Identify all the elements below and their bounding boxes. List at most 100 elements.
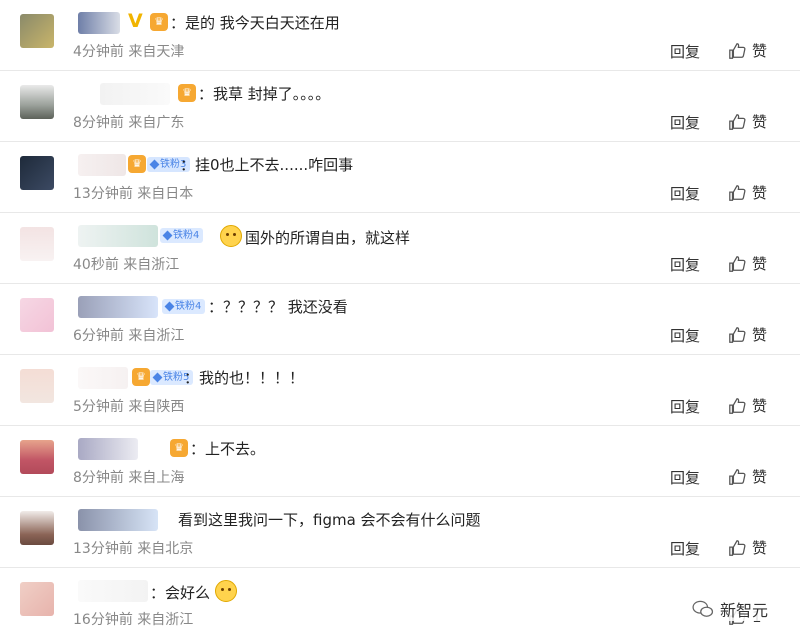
comment-row: 看到这里我问一下，figma 会不会有什么问题 13分钟前 来自北京 回复 赞	[0, 497, 800, 568]
thumbs-up-icon	[729, 42, 746, 59]
like-label: 赞	[752, 184, 768, 202]
crown-icon: ♛	[170, 439, 188, 457]
avatar[interactable]	[20, 227, 54, 261]
reply-button[interactable]: 回复	[670, 538, 700, 559]
like-button[interactable]: 赞	[728, 253, 767, 274]
avatar[interactable]	[20, 85, 54, 119]
comment-location: 来自北京	[137, 541, 194, 557]
comment-location: 来自天津	[128, 44, 185, 60]
comment-row: V ♛ ：是的 我今天白天还在用 4分钟前 来自天津 回复 赞	[0, 0, 800, 71]
like-button[interactable]: 赞	[728, 395, 767, 416]
comment-meta: 5分钟前 来自陕西	[73, 396, 184, 416]
username-blurred[interactable]	[78, 367, 128, 389]
reply-button[interactable]: 回复	[670, 41, 700, 62]
like-button[interactable]: 赞	[728, 324, 767, 345]
username-blurred[interactable]	[78, 225, 158, 247]
comment-location: 来自浙江	[137, 612, 194, 628]
comment-row: ♛ ：上不去。 8分钟前 来自上海 回复 赞	[0, 426, 800, 497]
like-label: 赞	[752, 326, 768, 344]
username-blurred[interactable]	[100, 83, 170, 105]
fan-badge-label: 铁粉4	[175, 301, 202, 312]
reply-button[interactable]: 回复	[670, 254, 700, 275]
like-button[interactable]: 赞	[728, 537, 767, 558]
comment-time: 6分钟前	[73, 328, 124, 344]
avatar[interactable]	[20, 14, 54, 48]
comment-time: 13分钟前	[73, 541, 133, 557]
like-button[interactable]: 赞	[728, 111, 767, 132]
comment-row: ：会好么 16分钟前 来自浙江 1 新智元	[0, 568, 800, 639]
watermark-label: 新智元	[719, 601, 768, 620]
comment-text: ：？？？？ 我还没看	[208, 298, 348, 316]
username-blurred[interactable]	[78, 12, 120, 34]
comment-time: 8分钟前	[73, 470, 124, 486]
like-label: 赞	[752, 468, 768, 486]
worried-emoji-icon	[214, 580, 237, 602]
comment-text-body: 国外的所谓自由，就这样	[245, 229, 411, 247]
username-blurred[interactable]	[78, 154, 126, 176]
comment-row: ♛ 铁粉3 ：挂0也上不去......咋回事 13分钟前 来自日本 回复 赞	[0, 142, 800, 213]
thumbs-up-icon	[729, 468, 746, 485]
comment-text: ：我草 封掉了。。。。	[198, 85, 331, 103]
comment-meta: 4分钟前 来自天津	[73, 41, 184, 61]
username-blurred[interactable]	[78, 296, 158, 318]
like-label: 赞	[752, 113, 768, 131]
comment-meta: 13分钟前 来自北京	[73, 538, 193, 558]
like-button[interactable]: 赞	[728, 466, 767, 487]
avatar[interactable]	[20, 582, 54, 616]
crown-icon: ♛	[178, 84, 196, 102]
comment-time: 16分钟前	[73, 612, 133, 628]
comment-location: 来自浙江	[128, 328, 185, 344]
comment-time: 5分钟前	[73, 399, 124, 415]
comment-text: 看到这里我问一下，figma 会不会有什么问题	[178, 511, 481, 529]
comment-meta: 13分钟前 来自日本	[73, 183, 193, 203]
vip-icon: V	[128, 10, 143, 32]
comment-row: ♛ 铁粉5 ：我的也！！！！ 5分钟前 来自陕西 回复 赞	[0, 355, 800, 426]
comment-location: 来自陕西	[128, 399, 185, 415]
watermark: 新智元	[691, 597, 768, 621]
thumbs-up-icon	[729, 184, 746, 201]
avatar[interactable]	[20, 511, 54, 545]
comment-location: 来自广东	[128, 115, 185, 131]
reply-button[interactable]: 回复	[670, 183, 700, 204]
comment-row: 铁粉4 ：？？？？ 我还没看 6分钟前 来自浙江 回复 赞	[0, 284, 800, 355]
username-blurred[interactable]	[78, 438, 138, 460]
reply-button[interactable]: 回复	[670, 112, 700, 133]
crown-icon: ♛	[128, 155, 146, 173]
crown-icon: ♛	[132, 368, 150, 386]
thumbs-up-icon	[729, 539, 746, 556]
avatar[interactable]	[20, 440, 54, 474]
comment-text: ：会好么	[150, 580, 240, 603]
reply-button[interactable]: 回复	[670, 396, 700, 417]
comment-text: 国外的所谓自由，就这样	[220, 225, 410, 248]
comment-location: 来自日本	[137, 186, 194, 202]
thumbs-up-icon	[729, 255, 746, 272]
like-button[interactable]: 赞	[728, 182, 767, 203]
comment-meta: 6分钟前 来自浙江	[73, 325, 184, 345]
fan-badge: 铁粉4	[160, 228, 204, 243]
crown-icon: ♛	[150, 13, 168, 31]
reply-button[interactable]: 回复	[670, 467, 700, 488]
comment-list: V ♛ ：是的 我今天白天还在用 4分钟前 来自天津 回复 赞 ♛ ：我草 封掉…	[0, 0, 800, 644]
username-blurred[interactable]	[78, 580, 148, 602]
comment-text: ：上不去。	[190, 440, 266, 458]
comment-time: 4分钟前	[73, 44, 124, 60]
comment-time: 13分钟前	[73, 186, 133, 202]
like-button[interactable]: 赞	[728, 40, 767, 61]
comment-time: 8分钟前	[73, 115, 124, 131]
fan-badge-label: 铁粉4	[173, 230, 200, 241]
diamond-icon	[162, 230, 173, 241]
like-label: 赞	[752, 255, 768, 273]
avatar[interactable]	[20, 298, 54, 332]
thumbs-up-icon	[729, 113, 746, 130]
username-blurred[interactable]	[78, 509, 158, 531]
avatar[interactable]	[20, 369, 54, 403]
avatar[interactable]	[20, 156, 54, 190]
comment-row: ♛ ：我草 封掉了。。。。 8分钟前 来自广东 回复 赞	[0, 71, 800, 142]
thumbs-up-icon	[729, 397, 746, 414]
diamond-icon	[164, 301, 175, 312]
reply-button[interactable]: 回复	[670, 325, 700, 346]
fan-badge: 铁粉4	[162, 299, 206, 314]
wechat-icon	[692, 600, 714, 617]
like-label: 赞	[752, 539, 768, 557]
comment-time: 40秒前	[73, 257, 119, 273]
